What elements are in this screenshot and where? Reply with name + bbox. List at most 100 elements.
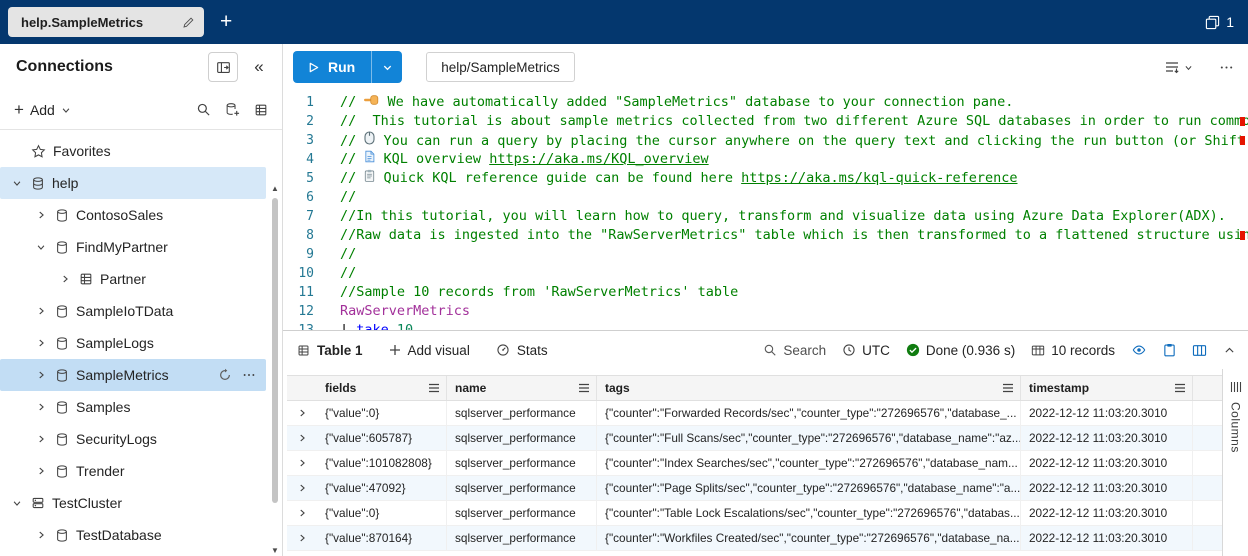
expand-row-icon[interactable] (297, 483, 307, 493)
code-line[interactable]: //Sample 10 records from 'RawServerMetri… (340, 283, 1248, 302)
tree-item-samples[interactable]: Samples (0, 391, 266, 423)
chevron-down-icon[interactable] (10, 178, 24, 188)
chevron-down-icon[interactable] (10, 498, 24, 508)
cell-tags[interactable]: {"counter":"Index Searches/sec","counter… (597, 451, 1021, 475)
chevron-right-icon[interactable] (34, 402, 48, 412)
tree-item-samplemetrics[interactable]: SampleMetrics (0, 359, 266, 391)
columns-side-panel-toggle[interactable]: Columns (1222, 369, 1248, 556)
cell-fields[interactable]: {"value":101082808} (317, 451, 447, 475)
run-options-chevron-icon[interactable] (372, 51, 402, 83)
table-view-icon[interactable] (254, 103, 268, 117)
cell-timestamp[interactable]: 2022-12-12 11:03:20.3010 (1021, 426, 1193, 450)
cell-name[interactable]: sqlserver_performance (447, 401, 597, 425)
tree-item-contososales[interactable]: ContosoSales (0, 199, 266, 231)
code-line[interactable]: //Raw data is ingested into the "RawServ… (340, 226, 1248, 245)
code-area[interactable]: // We have automatically added "SampleMe… (330, 90, 1248, 330)
columns-layout-icon[interactable] (1192, 344, 1207, 357)
code-line[interactable]: | take 10 (340, 321, 1248, 330)
query-scope-box[interactable]: help/SampleMetrics (426, 52, 575, 82)
tree-item-partner[interactable]: Partner (0, 263, 266, 295)
toggle-pane-icon[interactable] (208, 52, 238, 82)
tree-item-testdatabase[interactable]: TestDatabase (0, 519, 266, 551)
table-row[interactable]: {"value":605787}sqlserver_performance{"c… (287, 426, 1222, 451)
edit-icon[interactable] (182, 16, 195, 29)
column-header-timestamp[interactable]: timestamp (1029, 381, 1089, 395)
cell-tags[interactable]: {"counter":"Page Splits/sec","counter_ty… (597, 476, 1021, 500)
cell-fields[interactable]: {"value":0} (317, 401, 447, 425)
code-line[interactable]: // We have automatically added "SampleMe… (340, 93, 1248, 112)
run-button[interactable]: Run (293, 51, 402, 83)
editor-actions-button[interactable] (1164, 60, 1193, 74)
code-line[interactable]: // KQL overview https://aka.ms/KQL_overv… (340, 150, 1248, 169)
chevron-down-icon[interactable] (34, 242, 48, 252)
code-line[interactable]: // Quick KQL reference guide can be foun… (340, 169, 1248, 188)
new-tab-icon[interactable]: + (220, 10, 232, 34)
cell-fields[interactable]: {"value":47092} (317, 476, 447, 500)
column-header-name[interactable]: name (455, 381, 486, 395)
cell-name[interactable]: sqlserver_performance (447, 526, 597, 550)
tree-item-sampleiotdata[interactable]: SampleIoTData (0, 295, 266, 327)
more-options-icon[interactable] (1219, 60, 1234, 75)
column-menu-icon[interactable] (428, 383, 440, 393)
column-header-tags[interactable]: tags (605, 381, 630, 395)
code-line[interactable]: // This tutorial is about sample metrics… (340, 112, 1248, 131)
tab-stats[interactable]: Stats (496, 343, 548, 358)
chevron-right-icon[interactable] (34, 306, 48, 316)
cell-timestamp[interactable]: 2022-12-12 11:03:20.3010 (1021, 401, 1193, 425)
cell-timestamp[interactable]: 2022-12-12 11:03:20.3010 (1021, 476, 1193, 500)
eye-icon[interactable] (1131, 343, 1147, 357)
cell-tags[interactable]: {"counter":"Full Scans/sec","counter_typ… (597, 426, 1021, 450)
cell-tags[interactable]: {"counter":"Table Lock Escalations/sec",… (597, 501, 1021, 525)
cell-fields[interactable]: {"value":0} (317, 501, 447, 525)
add-database-icon[interactable] (225, 102, 240, 117)
code-line[interactable]: // (340, 188, 1248, 207)
tree-item-favorites[interactable]: Favorites (0, 135, 266, 167)
tree-scrollbar[interactable]: ▲ ▼ (269, 184, 281, 556)
chevron-right-icon[interactable] (34, 210, 48, 220)
tree-item-samplelogs[interactable]: SampleLogs (0, 327, 266, 359)
table-row[interactable]: {"value":0}sqlserver_performance{"counte… (287, 401, 1222, 426)
scrollbar-thumb[interactable] (272, 198, 278, 503)
chevron-right-icon[interactable] (34, 370, 48, 380)
code-line[interactable]: RawServerMetrics (340, 302, 1248, 321)
expand-row-icon[interactable] (297, 433, 307, 443)
search-results-button[interactable]: Search (763, 343, 826, 358)
tree-item-help[interactable]: help (0, 167, 266, 199)
cell-fields[interactable]: {"value":605787} (317, 426, 447, 450)
expand-row-icon[interactable] (297, 408, 307, 418)
table-row[interactable]: {"value":0}sqlserver_performance{"counte… (287, 501, 1222, 526)
tree-item-findmypartner[interactable]: FindMyPartner (0, 231, 266, 263)
chevron-right-icon[interactable] (34, 338, 48, 348)
cell-timestamp[interactable]: 2022-12-12 11:03:20.3010 (1021, 501, 1193, 525)
timezone-button[interactable]: UTC (842, 343, 890, 358)
code-line[interactable]: // (340, 245, 1248, 264)
table-row[interactable]: {"value":101082808}sqlserver_performance… (287, 451, 1222, 476)
chevron-right-icon[interactable] (34, 434, 48, 444)
expand-row-icon[interactable] (297, 508, 307, 518)
cell-name[interactable]: sqlserver_performance (447, 501, 597, 525)
cell-fields[interactable]: {"value":870164} (317, 526, 447, 550)
code-line[interactable]: //In this tutorial, you will learn how t… (340, 207, 1248, 226)
cell-tags[interactable]: {"counter":"Workfiles Created/sec","coun… (597, 526, 1021, 550)
collapse-panel-icon[interactable]: « (246, 52, 272, 82)
add-visual-button[interactable]: Add visual (389, 343, 470, 358)
search-icon[interactable] (196, 102, 211, 117)
column-menu-icon[interactable] (1002, 383, 1014, 393)
expand-row-icon[interactable] (297, 533, 307, 543)
tree-item-trender[interactable]: Trender (0, 455, 266, 487)
collapse-results-icon[interactable] (1223, 344, 1236, 357)
chevron-right-icon[interactable] (58, 274, 72, 284)
column-menu-icon[interactable] (578, 383, 590, 393)
tree-item-securitylogs[interactable]: SecurityLogs (0, 423, 266, 455)
code-line[interactable]: // (340, 264, 1248, 283)
scroll-down-icon[interactable]: ▼ (271, 546, 279, 556)
column-header-fields[interactable]: fields (325, 381, 356, 395)
column-menu-icon[interactable] (1174, 383, 1186, 393)
cell-name[interactable]: sqlserver_performance (447, 451, 597, 475)
chevron-right-icon[interactable] (34, 466, 48, 476)
table-row[interactable]: {"value":870164}sqlserver_performance{"c… (287, 526, 1222, 551)
cell-name[interactable]: sqlserver_performance (447, 476, 597, 500)
clipboard-icon[interactable] (1163, 343, 1176, 357)
table-row[interactable]: {"value":47092}sqlserver_performance{"co… (287, 476, 1222, 501)
code-line[interactable]: // You can run a query by placing the cu… (340, 131, 1248, 150)
